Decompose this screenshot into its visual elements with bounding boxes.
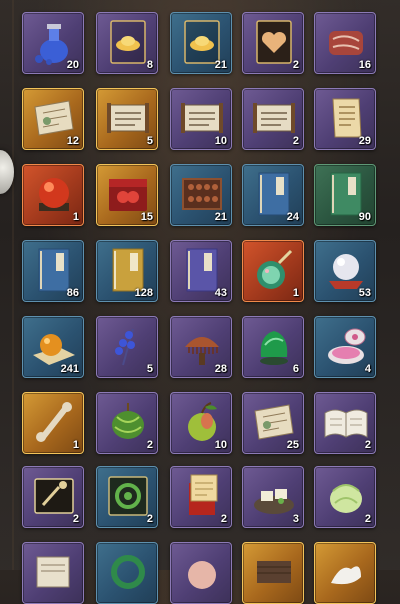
- item-count: 43: [214, 287, 227, 299]
- bone-icon: [29, 397, 79, 447]
- item-count: 10: [214, 439, 227, 451]
- inventory-slot[interactable]: 2: [314, 466, 376, 528]
- blue-flower-icon: [103, 321, 153, 371]
- inventory-slot[interactable]: 1: [242, 240, 304, 302]
- item-count: 1: [292, 287, 299, 299]
- melon-icon: [103, 397, 153, 447]
- jade-vase-icon: [249, 245, 299, 295]
- cabbage-icon: [321, 471, 371, 521]
- inventory-slot[interactable]: 2: [170, 466, 232, 528]
- rouge-box-icon: [321, 321, 371, 371]
- inventory-slot[interactable]: 20: [22, 12, 84, 74]
- inventory-slot[interactable]: 2: [242, 12, 304, 74]
- inventory-slot[interactable]: 6: [242, 316, 304, 378]
- inventory-slot[interactable]: 8: [96, 12, 158, 74]
- item-count: 4: [364, 363, 371, 375]
- item-count: 2: [146, 513, 153, 525]
- painting-scroll-icon: [103, 93, 153, 143]
- inventory-grid: 20 8 21 2 16 12 5 10 2 29 1 15 21 24 90 86 128 43 1 53 241 5 2…: [0, 0, 400, 604]
- inventory-slot[interactable]: 53: [314, 240, 376, 302]
- item-count: 6: [292, 363, 299, 375]
- item-count: 2: [292, 135, 299, 147]
- inventory-slot[interactable]: 2: [22, 466, 84, 528]
- item-count: 21: [214, 59, 227, 71]
- item-count: 1: [72, 211, 79, 223]
- item-count: 3: [292, 513, 299, 525]
- inventory-slot[interactable]: 1: [22, 164, 84, 226]
- item-count: 12: [66, 135, 79, 147]
- item-count: 29: [358, 135, 371, 147]
- item-count: 25: [286, 439, 299, 451]
- inventory-slot[interactable]: 5: [96, 316, 158, 378]
- item-count: 241: [60, 363, 79, 375]
- item-count: 86: [66, 287, 79, 299]
- red-orb-icon: [29, 169, 79, 219]
- inventory-slot[interactable]: 2: [242, 88, 304, 150]
- heart-card-icon: [249, 17, 299, 67]
- item-count: 10: [214, 135, 227, 147]
- inventory-slot[interactable]: 25: [242, 392, 304, 454]
- item-count: 20: [66, 59, 79, 71]
- inventory-slot[interactable]: 28: [170, 316, 232, 378]
- item-count: 2: [292, 59, 299, 71]
- open-book-icon: [321, 397, 371, 447]
- inventory-slot[interactable]: 10: [170, 88, 232, 150]
- item-count: 90: [358, 211, 371, 223]
- white-swan-icon: [321, 547, 371, 597]
- item-count: 24: [286, 211, 299, 223]
- inventory-slot[interactable]: [96, 542, 158, 604]
- inventory-slot[interactable]: [242, 542, 304, 604]
- item-count: 2: [146, 439, 153, 451]
- item-count: 5: [146, 363, 153, 375]
- inventory-slot[interactable]: [22, 542, 84, 604]
- green-jade-icon: [249, 321, 299, 371]
- inventory-slot[interactable]: 21: [170, 164, 232, 226]
- inventory-slot[interactable]: 2: [96, 466, 158, 528]
- inventory-slot[interactable]: 4: [314, 316, 376, 378]
- inventory-slot[interactable]: 43: [170, 240, 232, 302]
- swirl-card-icon: [103, 471, 153, 521]
- inventory-slot[interactable]: 90: [314, 164, 376, 226]
- item-count: 5: [146, 135, 153, 147]
- inventory-slot[interactable]: [314, 542, 376, 604]
- inventory-slot[interactable]: 21: [170, 12, 232, 74]
- inventory-slot[interactable]: 29: [314, 88, 376, 150]
- inventory-slot[interactable]: 2: [314, 392, 376, 454]
- ticket-card-icon: [29, 471, 79, 521]
- item-count: 2: [364, 439, 371, 451]
- item-count: 2: [364, 513, 371, 525]
- item-count: 28: [214, 363, 227, 375]
- inventory-slot[interactable]: 24: [242, 164, 304, 226]
- item-count: 53: [358, 287, 371, 299]
- inventory-slot[interactable]: 2: [96, 392, 158, 454]
- item-count: 21: [214, 211, 227, 223]
- paper-stack-icon: [29, 547, 79, 597]
- gold-ingot-card-icon: [103, 17, 153, 67]
- item-count: 8: [146, 59, 153, 71]
- inventory-slot[interactable]: 241: [22, 316, 84, 378]
- tofu-plate-icon: [249, 471, 299, 521]
- red-envelope-icon: [177, 471, 227, 521]
- inventory-slot[interactable]: 1: [22, 392, 84, 454]
- inventory-slot[interactable]: [170, 542, 232, 604]
- item-count: 1: [72, 439, 79, 451]
- pink-sphere-icon: [177, 547, 227, 597]
- inventory-slot[interactable]: 3: [242, 466, 304, 528]
- wood-block-icon: [249, 547, 299, 597]
- inventory-slot[interactable]: 16: [314, 12, 376, 74]
- inventory-slot[interactable]: 86: [22, 240, 84, 302]
- item-count: 2: [220, 513, 227, 525]
- item-count: 16: [358, 59, 371, 71]
- inventory-slot[interactable]: 128: [96, 240, 158, 302]
- green-wreath-icon: [103, 547, 153, 597]
- painting-scroll-icon: [249, 93, 299, 143]
- inventory-slot[interactable]: 15: [96, 164, 158, 226]
- item-count: 128: [134, 287, 153, 299]
- item-count: 15: [140, 211, 153, 223]
- inventory-slot[interactable]: 10: [170, 392, 232, 454]
- item-count: 2: [72, 513, 79, 525]
- inventory-slot[interactable]: 5: [96, 88, 158, 150]
- inventory-slot[interactable]: 12: [22, 88, 84, 150]
